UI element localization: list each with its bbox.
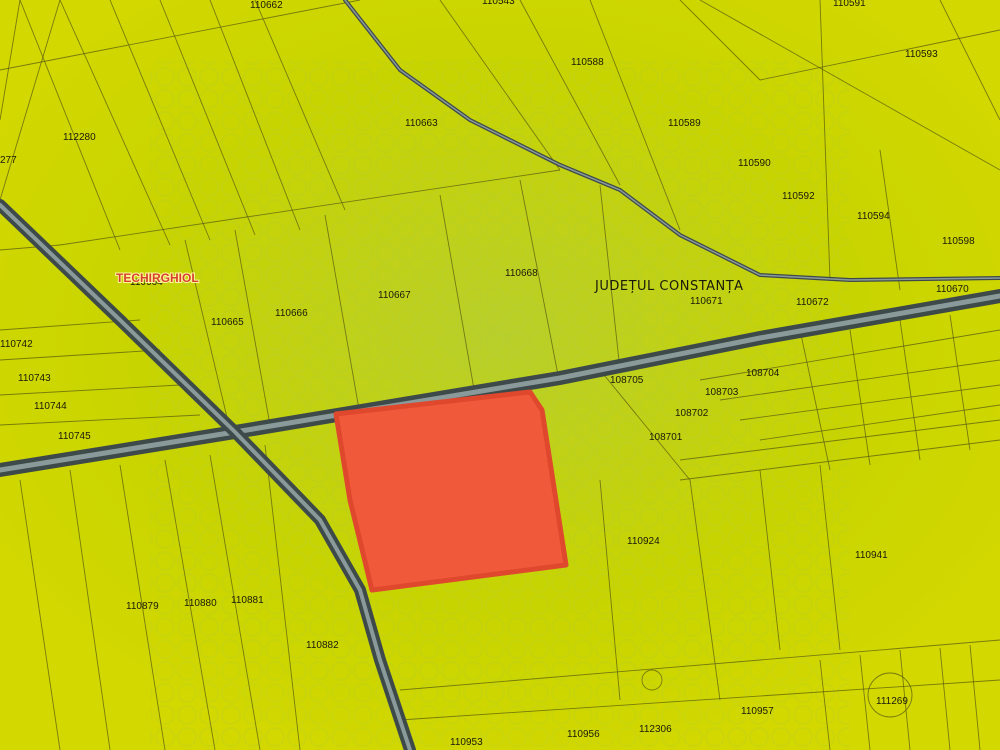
parcel-number-110924: 110924 bbox=[627, 536, 660, 547]
parcel-number-108704: 108704 bbox=[746, 368, 780, 379]
parcel-number-110588: 110588 bbox=[571, 57, 604, 68]
parcel-number-108705: 108705 bbox=[610, 375, 644, 386]
parcel-number-110668: 110668 bbox=[505, 268, 538, 279]
parcel-number-110598: 110598 bbox=[942, 236, 975, 247]
parcel-number-110666: 110666 bbox=[275, 308, 308, 319]
parcel-number-112306: 112306 bbox=[639, 724, 672, 735]
parcel-number-110953: 110953 bbox=[450, 737, 483, 748]
parcel-number-110745: 110745 bbox=[58, 431, 91, 442]
parcel-number-110957: 110957 bbox=[741, 706, 774, 717]
parcel-number-110592: 110592 bbox=[782, 191, 815, 202]
parcel-number-110880: 110880 bbox=[184, 598, 217, 609]
parcel-number-110742: 110742 bbox=[0, 339, 33, 350]
parcel-number-110590: 110590 bbox=[738, 158, 771, 169]
parcel-number-110956: 110956 bbox=[567, 729, 600, 740]
parcel-number-110744: 110744 bbox=[34, 401, 67, 412]
place-label-techirghiol: TECHIRGHIOL bbox=[116, 271, 199, 285]
parcel-number-110662: 110662 bbox=[250, 0, 283, 11]
parcel-number-110879: 110879 bbox=[126, 601, 159, 612]
parcel-number-110881: 110881 bbox=[231, 595, 264, 606]
parcel-number-110670: 110670 bbox=[936, 284, 969, 295]
parcel-number-110882: 110882 bbox=[306, 640, 339, 651]
highlighted-parcel[interactable] bbox=[333, 389, 569, 593]
parcel-number-277: 277 bbox=[0, 155, 17, 166]
parcel-number-110593: 110593 bbox=[905, 49, 938, 60]
parcel-number-108701: 108701 bbox=[649, 432, 683, 443]
parcel-number-110594: 110594 bbox=[857, 211, 890, 222]
parcel-number-108703: 108703 bbox=[705, 387, 739, 398]
parcel-number-110941: 110941 bbox=[855, 550, 888, 561]
parcel-number-110665: 110665 bbox=[211, 317, 244, 328]
parcel-number-110671: 110671 bbox=[690, 296, 723, 307]
parcel-number-110672: 110672 bbox=[796, 297, 829, 308]
parcel-number-110591: 110591 bbox=[833, 0, 866, 9]
parcel-number-112280: 112280 bbox=[63, 132, 96, 143]
parcel-number-110663: 110663 bbox=[405, 118, 438, 129]
parcel-number-111269: 111269 bbox=[876, 696, 908, 707]
parcel-number-110667: 110667 bbox=[378, 290, 411, 301]
parcel-number-110589: 110589 bbox=[668, 118, 701, 129]
parcel-number-110543: 110543 bbox=[482, 0, 515, 7]
region-label-constanta: JUDEȚUL CONSTANȚA bbox=[594, 279, 744, 294]
cadastral-map[interactable]: 110662 110543 110591 110593 110588 110663 1105… bbox=[0, 0, 1000, 750]
map-canvas[interactable]: 110662 110543 110591 110593 110588 110663 1105… bbox=[0, 0, 1000, 750]
parcel-number-110743: 110743 bbox=[18, 373, 51, 384]
parcel-number-108702: 108702 bbox=[675, 408, 709, 419]
